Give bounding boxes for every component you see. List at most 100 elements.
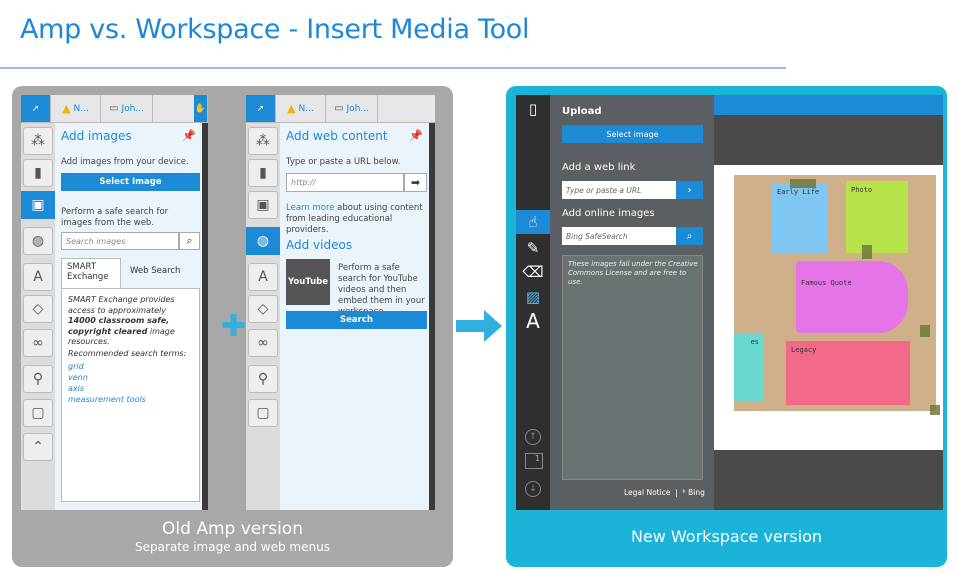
select-image-button[interactable]: Select image [562,125,703,143]
tab-web-search[interactable]: Web Search [125,263,185,279]
slide-title: Amp vs. Workspace - Insert Media Tool [20,14,530,45]
old-web-app: ➚ ▲ N... ▭ Joh... ⁂ ▮ ▣ ◍ A ◇ ∞ ⚲ ▢ Add … [246,95,435,510]
note-early-life[interactable]: Early Life [772,183,828,253]
image-icon[interactable]: ▣ [21,191,55,219]
old-topbar: ➚ ▲ N... ▭ Joh... ✋ [21,95,208,123]
workspace-app: ▯ ☝ ✎ ⌫ ▨ A ↑ 1 ↓ Early Life Photo Famou… [516,95,943,510]
note-photo[interactable]: Photo [846,181,908,253]
device-intro: Add images from your device. [61,157,189,167]
search-icon[interactable]: ⌕ [676,227,703,245]
tab-notebook-1[interactable]: ▲ N... [276,95,326,122]
chevron-up-icon[interactable]: ⌃ [23,433,53,461]
image-icon[interactable]: ▣ [248,191,278,219]
panel-toggle-icon[interactable]: ▯ [516,97,550,121]
workspace-canvas[interactable]: Early Life Photo Famous Quote es Legacy [714,95,943,510]
tab-smart-exchange[interactable]: SMART Exchange [61,258,121,290]
warning-icon: ▲ [62,102,71,115]
learn-more-text: Learn more about using content from lead… [286,203,423,235]
panel-title: Add images [61,129,132,143]
tab-notebook-2[interactable]: ▭ Joh... [101,95,153,122]
pin-icon[interactable]: 📌 [409,129,423,142]
search-intro: Perform a safe search for images from th… [61,207,169,228]
back-arrow-icon[interactable]: ➚ [246,95,276,122]
pen-icon[interactable]: ✎ [516,236,550,260]
learn-more-link[interactable]: Learn more [286,203,334,213]
url-input[interactable]: http:// [286,173,404,192]
exchange-description: SMART Exchange provides access to approx… [68,295,175,346]
search-icon[interactable]: ⌕ [179,232,200,250]
workspace-sidebar: ▯ ☝ ✎ ⌫ ▨ A ↑ 1 ↓ [516,95,550,510]
menu-footer: Legal Notice | ᵇ Bing [624,488,705,497]
link-icon[interactable]: ∞ [248,329,278,357]
eraser-icon[interactable]: ⌫ [516,260,550,284]
term-link[interactable]: measurement tools [68,395,146,404]
attach-icon[interactable]: ⚲ [23,365,53,393]
arrow-down-icon[interactable]: ↓ [525,481,541,497]
insert-media-menu: Upload Select image Add a web link Type … [550,95,714,510]
comment-icon[interactable]: ▢ [248,399,278,427]
tape [862,245,872,259]
panel-title: Add web content [286,129,388,143]
hand-icon[interactable]: ✋ [194,95,208,122]
note-legacy[interactable]: Legacy [786,341,910,405]
old-topbar: ➚ ▲ N... ▭ Joh... [246,95,435,123]
text-icon[interactable]: A [516,309,550,333]
attach-icon[interactable]: ⚲ [248,365,278,393]
online-images-heading: Add online images [562,208,655,219]
chevron-right-icon[interactable]: › [676,181,703,199]
add-web-content-panel: Add web content 📌 Type or paste a URL be… [280,123,429,510]
add-image-icon[interactable]: ▨ [516,285,550,309]
note-partial[interactable]: es [734,333,764,401]
back-arrow-icon[interactable]: ➚ [21,95,51,122]
bing-search-input[interactable]: Bing SafeSearch [562,227,676,245]
note-famous-quote[interactable]: Famous Quote [796,261,908,333]
old-caption: Old Amp version [162,519,303,539]
canvas-top-strip [714,95,943,115]
comment-icon[interactable]: ▢ [23,399,53,427]
plus-icon: ✚ [221,309,247,344]
term-link[interactable]: axis [68,384,84,393]
text-icon[interactable]: A [248,263,278,291]
videos-title: Add videos [286,238,353,252]
arrow-right-icon[interactable]: ➡ [404,173,427,192]
term-link[interactable]: venn [68,373,88,382]
notebook-icon[interactable]: ▮ [23,159,53,187]
screen-icon: ▭ [334,103,344,114]
text-icon[interactable]: A [23,263,53,291]
molecule-icon[interactable]: ⁂ [23,127,53,155]
web-link-input[interactable]: Type or paste a URL [562,181,676,199]
tab-notebook-1[interactable]: ▲ N... [51,95,101,122]
notebook-icon[interactable]: ▮ [248,159,278,187]
molecule-icon[interactable]: ⁂ [248,127,278,155]
tool-icon-column: ⁂ ▮ ▣ ◍ A ◇ ∞ ⚲ ▢ ⌃ [21,123,55,510]
old-images-app: ➚ ▲ N... ▭ Joh... ✋ ⁂ ▮ ▣ ◍ A ◇ ∞ ⚲ ▢ ⌃ … [21,95,208,510]
globe-icon[interactable]: ◍ [23,227,53,255]
upload-heading: Upload [562,106,602,117]
term-link[interactable]: grid [68,362,84,371]
add-images-panel: Add images 📌 Add images from your device… [55,123,202,510]
url-intro: Type or paste a URL below. [286,157,401,167]
screen-icon: ▭ [109,103,119,114]
recommended-label: Recommended search terms: [68,349,187,358]
select-image-button[interactable]: Select Image [61,173,200,191]
legal-notice-link[interactable]: Legal Notice [624,488,670,497]
corkboard: Early Life Photo Famous Quote es Legacy [734,175,940,415]
bing-logo-icon: ᵇ [682,488,686,497]
tape [930,405,940,415]
video-description: Perform a safe search for YouTube videos… [338,263,425,317]
pointer-icon[interactable]: ☝ [516,210,550,234]
tab-notebook-2[interactable]: ▭ Joh... [326,95,378,122]
license-note: These images fall under the Creative Com… [568,260,698,286]
search-images-input[interactable]: Search images [61,232,179,250]
page-counter[interactable]: 1 [525,453,543,469]
tape [920,325,930,337]
pin-icon[interactable]: 📌 [182,129,196,142]
arrow-up-icon[interactable]: ↑ [525,429,541,445]
tool-icon-column: ⁂ ▮ ▣ ◍ A ◇ ∞ ⚲ ▢ [246,123,280,510]
shapes-icon[interactable]: ◇ [23,295,53,323]
arrow-right-icon [456,310,502,342]
link-icon[interactable]: ∞ [23,329,53,357]
search-button[interactable]: Search [286,311,427,329]
shapes-icon[interactable]: ◇ [248,295,278,323]
globe-icon[interactable]: ◍ [246,227,280,255]
